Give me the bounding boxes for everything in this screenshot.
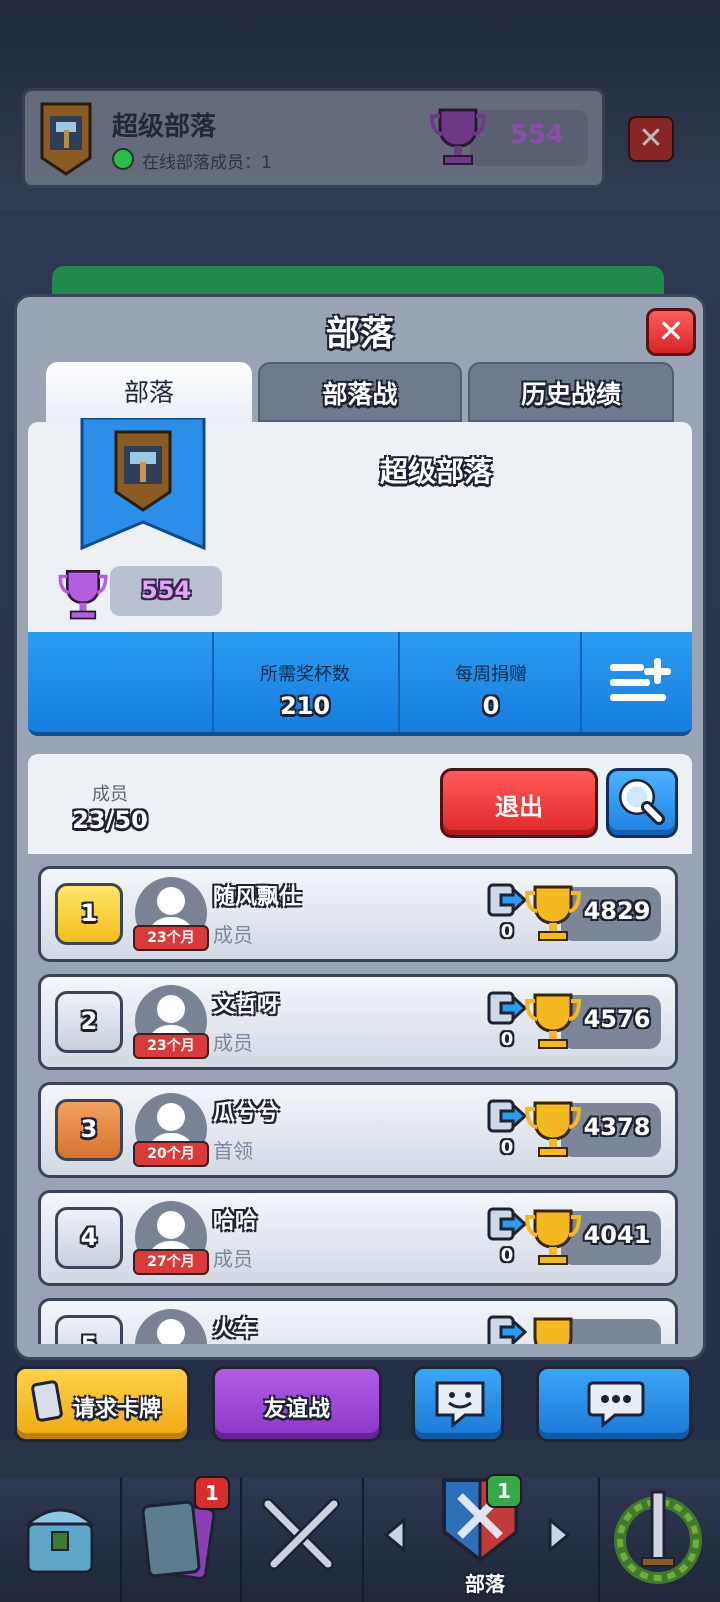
clan-name: 超级部落	[379, 455, 492, 488]
nav-divider	[598, 1478, 600, 1602]
donation-icon	[487, 883, 527, 917]
members-label: 成员	[92, 784, 128, 805]
donation-value: 0	[500, 1137, 514, 1158]
clan-trophy-value: 554	[140, 576, 192, 604]
events-laurel-sword-icon[interactable]	[612, 1488, 704, 1588]
panel-close-button[interactable]: ✕	[646, 308, 696, 356]
required-trophies-value: 210	[279, 692, 331, 720]
rank-badge: 5	[55, 1315, 123, 1344]
panel-title: 部落	[326, 314, 394, 354]
member-row[interactable]: 4 27个月 哈哈 成员 0 4041	[38, 1190, 678, 1286]
gold-trophy-icon	[533, 1317, 573, 1344]
purple-trophy-icon	[430, 108, 486, 165]
friendly-battle-label: 友谊战	[263, 1397, 330, 1422]
nav-left-arrow-icon[interactable]	[382, 1518, 408, 1552]
nav-divider	[120, 1478, 122, 1602]
donation-value: 0	[500, 1245, 514, 1266]
cards-notification-badge: 1	[194, 1476, 230, 1510]
avatar	[135, 1309, 207, 1344]
member-row[interactable]: 2 23个月 文哲呀 成员 0 4576	[38, 974, 678, 1070]
member-list[interactable]: 1 23个月 随风飘仕 成员 0 4829 2 23个月 文哲呀 成员 0 45…	[28, 854, 692, 1344]
tenure-badge: 23个月	[133, 925, 209, 951]
header-clan-name: 超级部落	[112, 112, 217, 142]
member-row[interactable]: 1 23个月 随风飘仕 成员 0 4829	[38, 866, 678, 962]
member-row[interactable]: 5 火车	[38, 1298, 678, 1344]
search-icon	[619, 779, 665, 825]
leave-label: 退出	[495, 793, 543, 821]
online-members-label: 在线部落成员：1	[142, 153, 272, 173]
donation-icon	[487, 1099, 527, 1133]
trophy-value: 4829	[583, 897, 651, 925]
member-name: 随风飘仕	[213, 885, 302, 910]
nav-divider	[240, 1478, 242, 1602]
rank-badge: 4	[55, 1207, 123, 1269]
member-name: 哈哈	[213, 1209, 258, 1234]
rank-badge: 3	[55, 1099, 123, 1161]
chat-icon	[587, 1381, 645, 1429]
online-dot-icon	[112, 148, 134, 170]
donation-icon	[487, 1207, 527, 1241]
donation-value: 0	[500, 1029, 514, 1050]
nav-clan-label: 部落	[465, 1572, 505, 1596]
nav-divider	[362, 1478, 364, 1602]
emote-button[interactable]	[412, 1366, 504, 1442]
trophy-value: 4378	[583, 1113, 651, 1141]
tab-history[interactable]: 历史战绩	[468, 362, 674, 422]
rank-badge: 1	[55, 883, 123, 945]
rank-badge: 2	[55, 991, 123, 1053]
donation-value: 0	[500, 921, 514, 942]
trophy-value: 4041	[583, 1221, 651, 1249]
request-cards-button[interactable]: 请求卡牌	[14, 1366, 190, 1442]
emote-icon	[435, 1381, 485, 1429]
battle-swords-icon[interactable]	[258, 1494, 344, 1580]
shop-chest-icon[interactable]	[22, 1494, 98, 1586]
member-row[interactable]: 3 20个月 瓜兮兮 首领 0 4378	[38, 1082, 678, 1178]
clan-badge-icon	[40, 102, 92, 176]
leave-clan-button[interactable]: 退出	[440, 768, 598, 838]
search-button[interactable]	[606, 768, 678, 838]
member-role: 首领	[213, 1139, 253, 1163]
friendly-battle-button[interactable]: 友谊战	[212, 1366, 382, 1442]
tenure-badge: 20个月	[133, 1141, 209, 1167]
chat-button[interactable]	[536, 1366, 692, 1442]
header-close-button[interactable]: ✕	[628, 116, 674, 162]
more-info-icon[interactable]	[608, 656, 672, 708]
members-count: 23/50	[72, 806, 148, 834]
header-trophy-value: 554	[510, 120, 565, 150]
tab-clan[interactable]: 部落	[46, 362, 252, 422]
nav-right-arrow-icon[interactable]	[546, 1518, 572, 1552]
donation-icon	[487, 991, 527, 1025]
tab-clan-war[interactable]: 部落战	[258, 362, 462, 422]
tenure-badge: 23个月	[133, 1033, 209, 1059]
weekly-donations-value: 0	[482, 692, 500, 720]
member-role: 成员	[213, 923, 253, 947]
purple-trophy-icon	[58, 569, 108, 620]
clan-banner-icon	[80, 418, 206, 551]
trophy-value: 4576	[583, 1005, 651, 1033]
member-name: 火车	[213, 1317, 258, 1342]
weekly-donations-label: 每周捐赠	[455, 664, 527, 685]
close-icon: ✕	[638, 121, 664, 156]
member-name: 文哲呀	[213, 993, 280, 1018]
request-cards-label: 请求卡牌	[72, 1397, 161, 1422]
member-name: 瓜兮兮	[213, 1101, 280, 1126]
tenure-badge: 27个月	[133, 1249, 209, 1275]
donation-icon	[487, 1315, 527, 1344]
clan-notification-badge: 1	[486, 1474, 522, 1508]
member-role: 成员	[213, 1247, 253, 1271]
member-role: 成员	[213, 1031, 253, 1055]
required-trophies-label: 所需奖杯数	[260, 664, 350, 685]
close-icon: ✕	[657, 312, 685, 350]
